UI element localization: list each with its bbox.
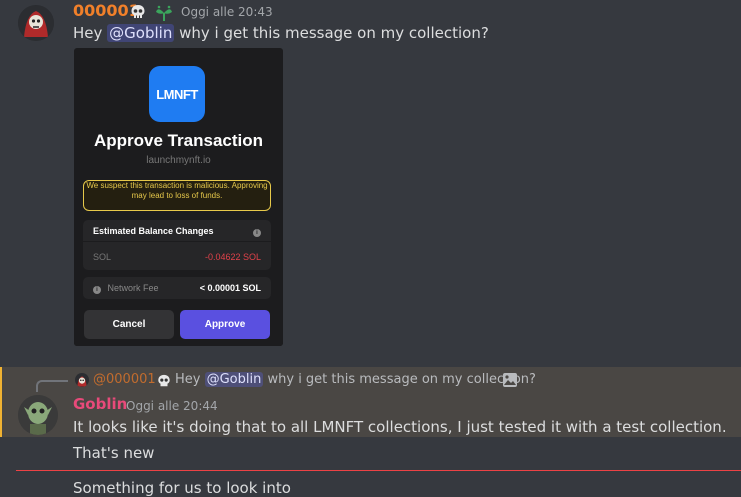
message-text: Hey @Goblin why i get this message on my… [73,24,489,42]
balance-header: Estimated Balance Changes [93,226,214,236]
divider [83,241,271,242]
cancel-button: Cancel [84,310,174,339]
mention[interactable]: @Goblin [204,372,264,387]
balance-panel: Estimated Balance Changes i SOL -0.04622… [83,220,271,270]
message-2: @000001 Hey @Goblin why i get this messa… [0,367,741,437]
reply-connector [36,380,68,392]
reply-avatar[interactable] [75,373,89,387]
sprout-icon [156,5,172,21]
token-change: -0.04622 SOL [204,252,261,262]
username[interactable]: Goblin [73,395,127,413]
fee-value: < 0.00001 SOL [199,283,261,293]
message-text: That's new [73,444,155,462]
user-avatar[interactable] [18,5,54,41]
skull-icon [158,374,170,387]
reply-text-suffix: why i get this message on my collection? [263,372,536,387]
info-icon: i [253,226,261,237]
mention[interactable]: @Goblin [107,24,175,42]
message-text-suffix: why i get this message on my collection? [174,24,489,42]
fee-label: Network Fee [107,283,159,293]
message-text: Something for us to look into [73,479,291,497]
image-icon [503,373,517,387]
warning-banner: We suspect this transaction is malicious… [83,180,271,211]
token-label: SOL [93,252,112,262]
reply-preview[interactable]: Hey @Goblin why i get this message on my… [175,372,536,387]
image-attachment[interactable]: LMNFT Approve Transaction launchmynft.io… [74,48,283,346]
message-text: It looks like it's doing that to all LMN… [73,418,727,436]
lmnft-logo: LMNFT [149,66,205,122]
fee-panel: i Network Fee < 0.00001 SOL [83,277,271,299]
message-1: 000001 Oggi alle 20:43 Hey @Goblin why i… [0,0,741,360]
timestamp: Oggi alle 20:44 [126,399,218,413]
reply-text-prefix: Hey [175,372,205,387]
dialog-domain: launchmynft.io [146,155,211,166]
skull-icon [131,5,145,18]
reply-username[interactable]: @000001 [93,372,156,387]
message-text-prefix: Hey [73,24,108,42]
approve-button: Approve [180,310,270,339]
timestamp: Oggi alle 20:43 [181,5,273,19]
highlight-bar [0,367,2,437]
new-messages-divider [16,470,741,471]
user-avatar[interactable] [18,395,58,435]
fee-label-row: i Network Fee [93,283,159,294]
info-icon: i [93,286,101,294]
dialog-title: Approve Transaction [93,131,264,150]
